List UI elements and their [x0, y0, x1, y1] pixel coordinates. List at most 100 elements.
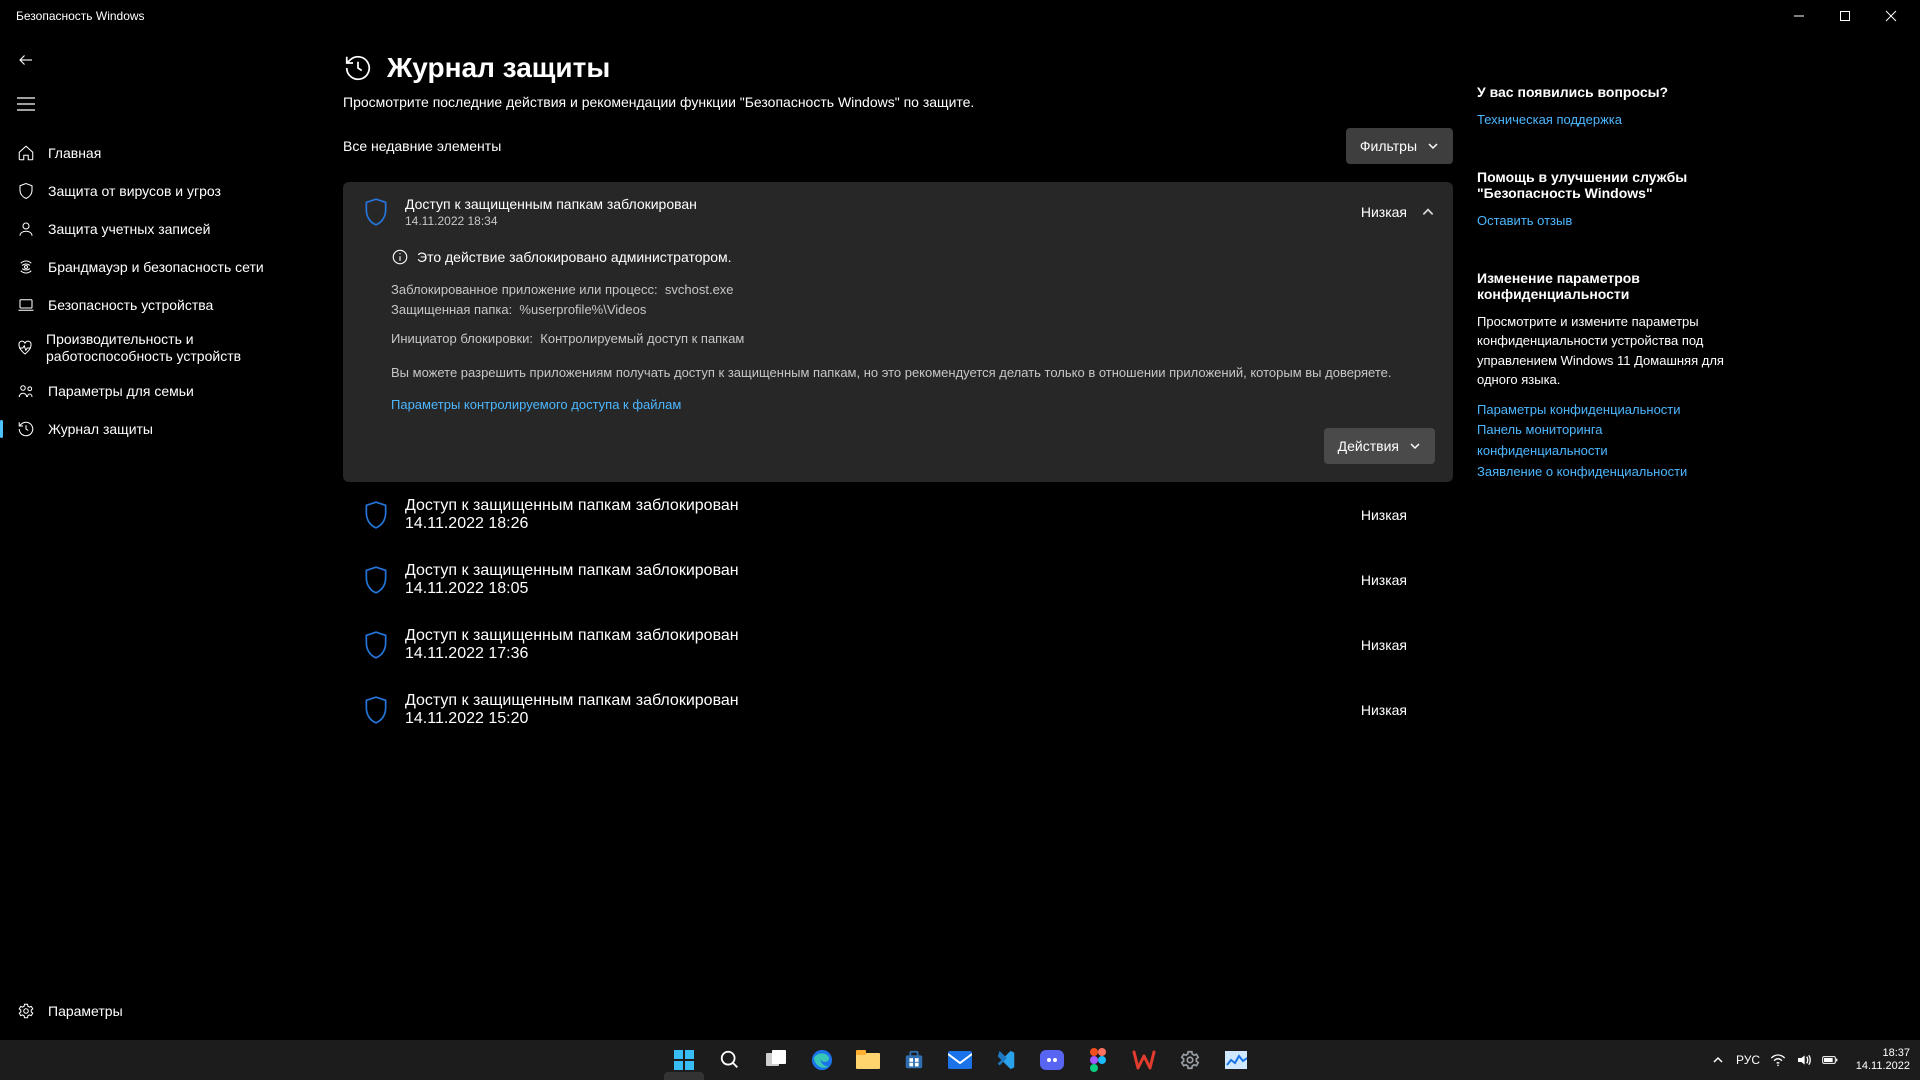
event-row[interactable]: Доступ к защищенным папкам заблокирован …: [343, 547, 1453, 612]
back-button[interactable]: [6, 40, 46, 80]
shield-outline-icon: [361, 630, 391, 660]
sidebar-item-device[interactable]: Безопасность устройства: [0, 286, 303, 324]
chevron-down-icon: [1427, 140, 1439, 152]
shield-outline-icon: [361, 197, 391, 227]
person-icon: [16, 220, 36, 238]
actions-button-label: Действия: [1338, 438, 1399, 454]
taskbar-time: 18:37: [1848, 1047, 1910, 1060]
sidebar: Главная Защита от вирусов и угроз Защита…: [0, 32, 303, 1040]
info-icon: [391, 248, 409, 266]
privacy-section: Изменение параметров конфиденциальности …: [1477, 270, 1729, 483]
wifi-icon[interactable]: [1770, 1052, 1786, 1068]
edge-icon[interactable]: [802, 1040, 842, 1080]
questions-heading: У вас появились вопросы?: [1477, 84, 1729, 100]
sidebar-item-settings[interactable]: Параметры: [0, 992, 303, 1030]
event-title: Доступ к защищенным папкам заблокирован: [405, 692, 1361, 710]
event-time: 14.11.2022 15:20: [405, 710, 1361, 728]
main-content: Журнал защиты Просмотрите последние дейс…: [303, 32, 1453, 1040]
page-title: Журнал защиты: [387, 52, 610, 84]
actions-button[interactable]: Действия: [1324, 428, 1435, 464]
window-title: Безопасность Windows: [16, 9, 145, 23]
sidebar-item-history[interactable]: Журнал защиты: [0, 410, 303, 448]
home-icon: [16, 144, 36, 162]
search-button[interactable]: [710, 1040, 750, 1080]
gear-icon: [16, 1002, 36, 1020]
event-title: Доступ к защищенным папкам заблокирован: [405, 497, 1361, 515]
sidebar-item-label: Параметры для семьи: [48, 383, 194, 399]
shield-outline-icon: [361, 565, 391, 595]
volume-icon[interactable]: [1796, 1052, 1812, 1068]
figma-icon[interactable]: [1078, 1040, 1118, 1080]
privacy-statement-link[interactable]: Заявление о конфиденциальности: [1477, 462, 1729, 483]
protected-folder-row: Защищенная папка: %userprofile%\Videos: [391, 300, 1435, 320]
language-indicator[interactable]: РУС: [1736, 1053, 1760, 1067]
filters-button-label: Фильтры: [1360, 138, 1417, 154]
discord-icon[interactable]: [1032, 1040, 1072, 1080]
event-time: 14.11.2022 18:26: [405, 515, 1361, 533]
tray-chevron-up-icon[interactable]: [1710, 1052, 1726, 1068]
family-icon: [16, 382, 36, 400]
recent-items-label: Все недавние элементы: [343, 138, 501, 154]
shield-outline-icon: [361, 500, 391, 530]
feedback-link[interactable]: Оставить отзыв: [1477, 211, 1729, 232]
privacy-heading: Изменение параметров конфиденциальности: [1477, 270, 1729, 302]
help-section: У вас появились вопросы? Техническая под…: [1477, 84, 1729, 131]
battery-icon[interactable]: [1822, 1052, 1838, 1068]
privacy-dashboard-link[interactable]: Панель мониторинга конфиденциальности: [1477, 420, 1729, 462]
history-icon: [16, 420, 36, 438]
vscode-icon[interactable]: [986, 1040, 1026, 1080]
wps-icon[interactable]: [1124, 1040, 1164, 1080]
sidebar-item-label: Безопасность устройства: [48, 297, 213, 313]
monitor-app-icon[interactable]: [1216, 1040, 1256, 1080]
network-icon: [16, 258, 36, 276]
store-icon[interactable]: [894, 1040, 934, 1080]
event-time: 14.11.2022 17:36: [405, 645, 1361, 663]
close-button[interactable]: [1868, 0, 1914, 32]
explorer-icon[interactable]: [848, 1040, 888, 1080]
controlled-folder-access-link[interactable]: Параметры контролируемого доступа к файл…: [391, 397, 681, 412]
shield-icon: [16, 182, 36, 200]
sidebar-item-family[interactable]: Параметры для семьи: [0, 372, 303, 410]
event-severity: Низкая: [1361, 702, 1407, 718]
sidebar-item-firewall[interactable]: Брандмауэр и безопасность сети: [0, 248, 303, 286]
sidebar-item-home[interactable]: Главная: [0, 134, 303, 172]
maximize-button[interactable]: [1822, 0, 1868, 32]
feedback-section: Помощь в улучшении службы "Безопасность …: [1477, 169, 1729, 232]
blocked-app-row: Заблокированное приложение или процесс: …: [391, 280, 1435, 300]
chevron-up-icon: [1421, 205, 1435, 219]
privacy-paragraph: Просмотрите и измените параметры конфиде…: [1477, 312, 1729, 390]
windows-security-icon[interactable]: [664, 1072, 704, 1080]
event-row[interactable]: Доступ к защищенным папкам заблокирован …: [343, 612, 1453, 677]
event-title: Доступ к защищенным папкам заблокирован: [405, 562, 1361, 580]
history-icon: [343, 53, 373, 83]
support-link[interactable]: Техническая поддержка: [1477, 110, 1729, 131]
sidebar-item-label: Производительность и работоспособность у…: [46, 331, 303, 366]
sidebar-item-label: Защита учетных записей: [48, 221, 210, 237]
event-card-expanded: Доступ к защищенным папкам заблокирован …: [343, 182, 1453, 482]
feedback-heading: Помощь в улучшении службы "Безопасность …: [1477, 169, 1729, 201]
hamburger-button[interactable]: [6, 84, 46, 124]
sidebar-item-account[interactable]: Защита учетных записей: [0, 210, 303, 248]
taskbar-clock[interactable]: 18:37 14.11.2022: [1848, 1047, 1910, 1073]
task-view-button[interactable]: [756, 1040, 796, 1080]
privacy-settings-link[interactable]: Параметры конфиденциальности: [1477, 400, 1729, 421]
sidebar-item-performance[interactable]: Производительность и работоспособность у…: [0, 324, 303, 372]
event-severity: Низкая: [1361, 572, 1407, 588]
sidebar-item-label: Брандмауэр и безопасность сети: [48, 259, 264, 275]
event-title: Доступ к защищенным папкам заблокирован: [405, 627, 1361, 645]
shield-outline-icon: [361, 695, 391, 725]
taskbar: РУС 18:37 14.11.2022: [0, 1040, 1920, 1080]
minimize-button[interactable]: [1776, 0, 1822, 32]
filters-button[interactable]: Фильтры: [1346, 128, 1453, 164]
event-row[interactable]: Доступ к защищенным папкам заблокирован …: [343, 182, 1453, 242]
event-row[interactable]: Доступ к защищенным папкам заблокирован …: [343, 482, 1453, 547]
event-severity: Низкая: [1361, 507, 1407, 523]
settings-app-icon[interactable]: [1170, 1040, 1210, 1080]
sidebar-item-label: Защита от вирусов и угроз: [48, 183, 221, 199]
event-time: 14.11.2022 18:34: [405, 214, 1361, 228]
event-row[interactable]: Доступ к защищенным папкам заблокирован …: [343, 677, 1453, 742]
sidebar-item-virus[interactable]: Защита от вирусов и угроз: [0, 172, 303, 210]
chevron-down-icon: [1409, 440, 1421, 452]
sidebar-item-label: Главная: [48, 145, 101, 161]
mail-icon[interactable]: [940, 1040, 980, 1080]
